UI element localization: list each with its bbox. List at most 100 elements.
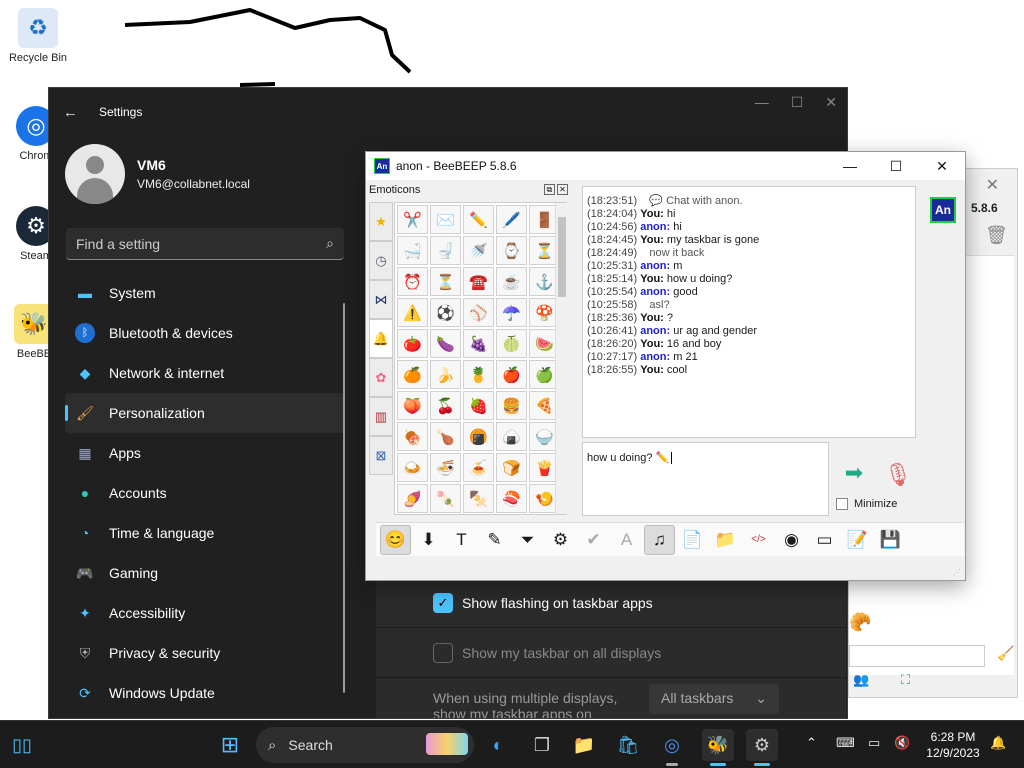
option-show-flashing[interactable]: ✓ Show flashing on taskbar apps xyxy=(376,578,846,628)
bell-icon[interactable]: 🔔 xyxy=(369,319,393,358)
emoticon-cell[interactable]: 🚿 xyxy=(463,236,494,265)
emoticon-cell[interactable]: 🖊️ xyxy=(496,205,527,234)
store-icon[interactable]: 🛍 xyxy=(612,729,644,761)
autocomplete-icon[interactable]: A xyxy=(611,525,642,555)
close-icon[interactable]: ✕ xyxy=(919,152,965,180)
chrome-icon[interactable]: ◎ xyxy=(656,729,688,766)
emoticon-cell[interactable]: ⏳ xyxy=(430,267,461,296)
multi-display-dropdown[interactable]: All taskbars ⌄ xyxy=(649,684,779,714)
start-icon[interactable]: ⊞ xyxy=(214,729,246,761)
spellcheck-icon[interactable]: ✔ xyxy=(578,525,609,555)
nav-item-personalization[interactable]: 🖌 Personalization xyxy=(65,393,345,433)
task-view-icon[interactable]: ❐ xyxy=(526,729,558,761)
beebeep-main-input[interactable] xyxy=(849,645,985,667)
user-profile[interactable]: VM6 VM6@collabnet.local xyxy=(65,144,250,204)
emoticon-scrollbar[interactable] xyxy=(555,203,567,514)
emoticon-cell[interactable]: ☕ xyxy=(496,267,527,296)
nav-item-time-language[interactable]: ◔ Time & language xyxy=(65,513,345,553)
network-icon[interactable]: ▭ xyxy=(868,735,880,751)
network-icon[interactable]: ⛶ xyxy=(901,672,910,688)
emoticon-cell[interactable]: ⚠️ xyxy=(397,298,428,327)
nav-item-windows-update[interactable]: ⟳ Windows Update xyxy=(65,673,345,713)
emoticon-cell[interactable]: 🍔 xyxy=(496,391,527,420)
minimize-checkbox[interactable]: Minimize xyxy=(836,498,897,510)
checkbox-unchecked-icon[interactable] xyxy=(836,498,848,510)
nav-item-system[interactable]: ▬ System xyxy=(65,273,345,313)
float-icon[interactable]: ⧉ xyxy=(544,184,555,195)
bowtie-icon[interactable]: ⋈ xyxy=(369,280,393,319)
code-icon[interactable]: </> xyxy=(743,525,774,555)
beebeep-user-avatar[interactable]: An xyxy=(930,197,956,223)
maximize-icon[interactable]: ☐ xyxy=(791,94,804,111)
nav-item-network[interactable]: ◆ Network & internet xyxy=(65,353,345,393)
maximize-icon[interactable]: ☐ xyxy=(873,152,919,180)
emoticon-cell[interactable]: 🍖 xyxy=(397,422,428,451)
emoticon-cell[interactable]: ✉️ xyxy=(430,205,461,234)
smiley-icon[interactable]: 😊 xyxy=(380,524,411,555)
emoticon-cell[interactable]: 🍇 xyxy=(463,329,494,358)
emoticon-cell[interactable]: 🍛 xyxy=(397,453,428,482)
emoticon-cell[interactable]: 🍣 xyxy=(496,484,527,513)
music-icon[interactable]: ♫ xyxy=(644,524,675,555)
send-button[interactable]: ➡ xyxy=(834,458,874,488)
nav-item-bluetooth[interactable]: ᛒ Bluetooth & devices xyxy=(65,313,345,353)
nav-item-apps[interactable]: ▦ Apps xyxy=(65,433,345,473)
filter-icon[interactable]: ⏷ xyxy=(512,525,543,555)
font-icon[interactable]: T xyxy=(446,525,477,555)
emoticon-cell[interactable]: 🍜 xyxy=(430,453,461,482)
nav-item-accessibility[interactable]: ✦ Accessibility xyxy=(65,593,345,633)
checkbox-unchecked-icon[interactable] xyxy=(433,642,453,663)
find-setting-input[interactable]: Find a setting ⌕ xyxy=(66,228,344,260)
emoticon-cell[interactable]: 🍠 xyxy=(397,484,428,513)
clock-icon[interactable]: ◷ xyxy=(369,241,393,280)
chat-message-input[interactable]: how u doing? ✏️ xyxy=(582,442,829,516)
emoticon-cell[interactable]: ⚾ xyxy=(463,298,494,327)
emoticon-cell[interactable]: ⏰ xyxy=(397,267,428,296)
settings-gear-icon[interactable]: ⚙ xyxy=(746,729,778,766)
minimize-icon[interactable]: — xyxy=(755,94,769,111)
emoticon-cell[interactable]: 🍈 xyxy=(496,329,527,358)
emoticon-cell[interactable]: 🍆 xyxy=(430,329,461,358)
emoticon-cell[interactable]: 🍗 xyxy=(430,422,461,451)
emoticon-cell[interactable]: 🍑 xyxy=(397,391,428,420)
emoticon-cell[interactable]: 🍅 xyxy=(397,329,428,358)
color-icon[interactable]: ✎ xyxy=(479,525,510,555)
send-folder-icon[interactable]: 📁 xyxy=(710,525,741,555)
emoticon-cell[interactable]: 🍢 xyxy=(463,484,494,513)
emoticon-cell[interactable]: 🍝 xyxy=(463,453,494,482)
nav-item-accounts[interactable]: ● Accounts xyxy=(65,473,345,513)
users-icon[interactable]: 👥 xyxy=(853,672,869,688)
star-icon[interactable]: ★ xyxy=(369,202,393,241)
nav-item-privacy[interactable]: ⛨ Privacy & security xyxy=(65,633,345,673)
emoticon-cell[interactable]: 🍊 xyxy=(397,360,428,389)
send-file-icon[interactable]: 📄 xyxy=(677,525,708,555)
flower-icon[interactable]: ✿ xyxy=(369,358,393,397)
screenshot-icon[interactable]: ◉ xyxy=(776,525,807,555)
option-show-all-displays[interactable]: Show my taskbar on all displays xyxy=(376,628,846,678)
keyboard-icon[interactable]: ⌨ xyxy=(836,735,855,751)
symbols-icon[interactable]: ⊠ xyxy=(369,436,393,475)
emoticon-cell[interactable]: 🍙 xyxy=(496,422,527,451)
emoticon-cell[interactable]: 🛁 xyxy=(397,236,428,265)
emoticon-cell[interactable]: 🍞 xyxy=(496,453,527,482)
emoticon-cell[interactable]: 🍡 xyxy=(430,484,461,513)
emoticon-cell[interactable]: 🍓 xyxy=(463,391,494,420)
volume-muted-icon[interactable]: 🔇 xyxy=(894,735,910,751)
file-explorer-icon[interactable]: 📁 xyxy=(568,729,600,761)
emoticon-cell[interactable]: 🚽 xyxy=(430,236,461,265)
trash-icon[interactable]: 🗑 xyxy=(985,225,1008,246)
chevron-up-icon[interactable]: ⌃ xyxy=(806,735,817,751)
voice-message-button[interactable]: 🎙 xyxy=(884,462,912,488)
save-icon[interactable]: 💾 xyxy=(875,525,906,555)
arrow-down-icon[interactable]: ⬇ xyxy=(413,525,444,555)
emoticon-cell[interactable]: ☂️ xyxy=(496,298,527,327)
widgets-icon[interactable]: ▯▯ xyxy=(6,729,38,761)
checkbox-checked-icon[interactable]: ✓ xyxy=(433,592,453,613)
close-icon[interactable]: ✕ xyxy=(825,94,837,111)
edge-icon[interactable]: ◐ xyxy=(482,729,514,761)
minimize-icon[interactable]: — xyxy=(827,152,873,180)
emoticon-cell[interactable]: ✂️ xyxy=(397,205,428,234)
desktop-icon-recycle-bin[interactable]: ♻ Recycle Bin xyxy=(6,8,70,64)
notes-icon[interactable]: 📝 xyxy=(842,525,873,555)
emoticon-cell[interactable]: 🍌 xyxy=(430,360,461,389)
